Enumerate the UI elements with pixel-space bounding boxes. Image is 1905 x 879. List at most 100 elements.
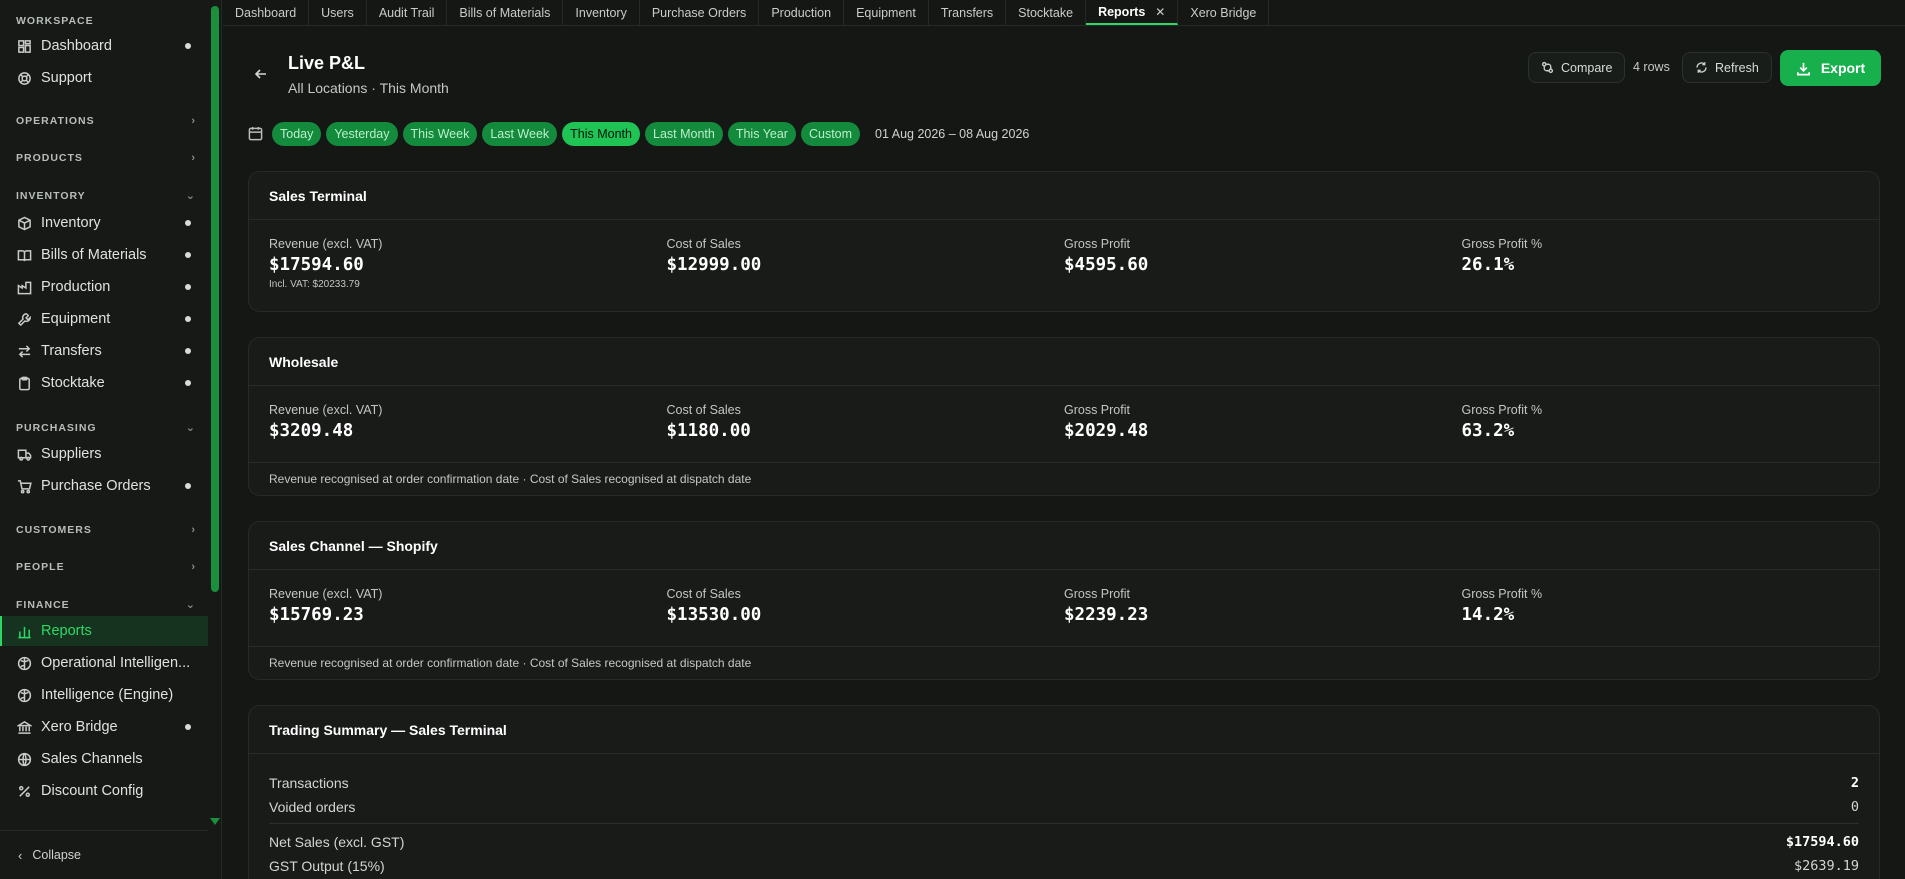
sidebar-item-production[interactable]: Production: [0, 272, 208, 302]
sidebar-item-label: Dashboard: [41, 38, 112, 54]
card-title: Sales Terminal: [249, 172, 1879, 220]
sidebar-item-bom[interactable]: Bills of Materials: [0, 240, 208, 270]
arrows-left-right-icon: [16, 343, 32, 359]
metric-value: $3209.48: [269, 421, 354, 441]
back-arrow-icon[interactable]: [253, 66, 269, 82]
row-value: 0: [1850, 799, 1859, 815]
sidebar-item-intelligence-engine[interactable]: Intelligence (Engine): [0, 680, 208, 710]
close-tab-icon[interactable]: ✕: [1155, 5, 1165, 19]
sidebar-item-purchase-orders[interactable]: Purchase Orders: [0, 471, 208, 501]
metric-value: $2239.23: [1064, 605, 1149, 625]
status-dot: [185, 284, 191, 290]
status-dot: [185, 483, 191, 489]
collapse-label: Collapse: [32, 848, 81, 862]
transactions-row: Transactions 2: [269, 772, 1859, 794]
refresh-button[interactable]: Refresh: [1682, 52, 1772, 83]
calendar-icon: [248, 126, 263, 141]
sidebar-item-equipment[interactable]: Equipment: [0, 304, 208, 334]
tab-equipment[interactable]: Equipment: [844, 0, 929, 25]
metric-label: Cost of Sales: [666, 403, 741, 417]
section-people-label: PEOPLE: [16, 561, 65, 573]
section-people[interactable]: PEOPLE ›: [16, 561, 196, 573]
tab-xero-bridge[interactable]: Xero Bridge: [1178, 0, 1270, 25]
section-finance-label: FINANCE: [16, 598, 70, 611]
sidebar-item-label: Production: [41, 279, 111, 295]
sidebar-item-xero-bridge[interactable]: Xero Bridge: [0, 712, 208, 742]
tab-reports[interactable]: Reports ✕: [1086, 0, 1179, 25]
sidebar-item-inventory[interactable]: Inventory: [0, 208, 208, 238]
sidebar-item-reports[interactable]: Reports: [0, 616, 208, 646]
sidebar-item-label: Bills of Materials: [41, 247, 147, 263]
tab-production[interactable]: Production: [759, 0, 845, 25]
compare-icon: [1541, 61, 1554, 74]
truck-icon: [16, 446, 32, 462]
tab-bills-of-materials[interactable]: Bills of Materials: [447, 0, 564, 25]
tab-inventory[interactable]: Inventory: [563, 0, 640, 25]
metric-label: Revenue (excl. VAT): [269, 403, 383, 417]
tab-purchase-orders[interactable]: Purchase Orders: [640, 0, 760, 25]
chevron-right-icon: ›: [191, 561, 196, 573]
metric-value: 63.2%: [1461, 421, 1515, 441]
download-icon: [1796, 62, 1810, 75]
status-dot: [185, 380, 191, 386]
chip-this-week[interactable]: This Week: [402, 122, 478, 146]
section-customers[interactable]: CUSTOMERS ›: [16, 524, 196, 536]
box-icon: [16, 215, 32, 231]
card-shopify: Sales Channel — Shopify Revenue (excl. V…: [248, 521, 1880, 680]
sidebar-scrollbar[interactable]: [211, 6, 219, 592]
sidebar-item-stocktake[interactable]: Stocktake: [0, 368, 208, 398]
tab-stocktake[interactable]: Stocktake: [1006, 0, 1087, 25]
metric-value: $15769.23: [269, 605, 364, 625]
tab-transfers[interactable]: Transfers: [929, 0, 1007, 25]
section-finance[interactable]: FINANCE ⌄: [16, 598, 196, 612]
sidebar-item-discount-config[interactable]: Discount Config: [0, 776, 208, 806]
section-purchasing-label: PURCHASING: [16, 421, 97, 434]
sidebar-item-operational-intelligence[interactable]: Operational Intelligen...: [0, 648, 208, 678]
row-value: 2: [1850, 775, 1859, 791]
section-inventory[interactable]: INVENTORY ⌄: [16, 189, 196, 203]
metric-label: Gross Profit %: [1461, 587, 1543, 601]
scroll-down-arrow-icon[interactable]: [210, 818, 220, 825]
section-operations[interactable]: OPERATIONS ›: [16, 115, 196, 127]
status-dot: [185, 724, 191, 730]
sidebar-item-dashboard[interactable]: Dashboard: [0, 31, 208, 61]
cart-icon: [16, 478, 32, 494]
chevron-down-icon: ⌄: [185, 190, 196, 202]
metric-label: Gross Profit %: [1461, 237, 1543, 251]
metric-sub: Incl. VAT: $20233.79: [269, 279, 360, 290]
status-dot: [185, 252, 191, 258]
metric-label: Gross Profit: [1064, 587, 1130, 601]
metric-gross-profit: Gross Profit $4595.60: [1064, 237, 1462, 290]
chip-yesterday[interactable]: Yesterday: [326, 122, 398, 146]
sidebar-item-support[interactable]: Support: [0, 63, 208, 93]
status-dot: [185, 348, 191, 354]
row-value: $2639.19: [1793, 858, 1859, 874]
status-dot: [185, 220, 191, 226]
tab-users[interactable]: Users: [309, 0, 367, 25]
chip-this-year[interactable]: This Year: [727, 122, 796, 146]
page-subtitle: All Locations · This Month: [288, 80, 449, 96]
section-purchasing[interactable]: PURCHASING ⌄: [16, 421, 196, 435]
chip-last-week[interactable]: Last Week: [482, 122, 558, 146]
metric-gross-profit-pct: Gross Profit % 63.2%: [1462, 403, 1860, 441]
chip-today[interactable]: Today: [272, 122, 322, 146]
chevron-right-icon: ›: [191, 152, 196, 164]
export-button[interactable]: Export: [1780, 50, 1881, 86]
collapse-button[interactable]: ‹ Collapse: [0, 830, 208, 879]
card-title: Wholesale: [249, 338, 1879, 386]
sidebar-item-transfers[interactable]: Transfers: [0, 336, 208, 366]
chip-custom[interactable]: Custom: [800, 122, 861, 146]
chip-this-month[interactable]: This Month: [562, 122, 640, 146]
sidebar-item-suppliers[interactable]: Suppliers: [0, 439, 208, 469]
sidebar-item-label: Discount Config: [41, 783, 144, 799]
sidebar-item-sales-channels[interactable]: Sales Channels: [0, 744, 208, 774]
chip-last-month[interactable]: Last Month: [645, 122, 723, 146]
section-products[interactable]: PRODUCTS ›: [16, 152, 196, 164]
metric-label: Revenue (excl. VAT): [269, 237, 383, 251]
row-label: GST Output (15%): [269, 858, 385, 874]
tab-audit-trail[interactable]: Audit Trail: [367, 0, 448, 25]
compare-button[interactable]: Compare: [1528, 52, 1626, 83]
tab-dashboard[interactable]: Dashboard: [223, 0, 310, 25]
metric-label: Gross Profit: [1064, 403, 1130, 417]
brain-icon: [16, 687, 32, 703]
